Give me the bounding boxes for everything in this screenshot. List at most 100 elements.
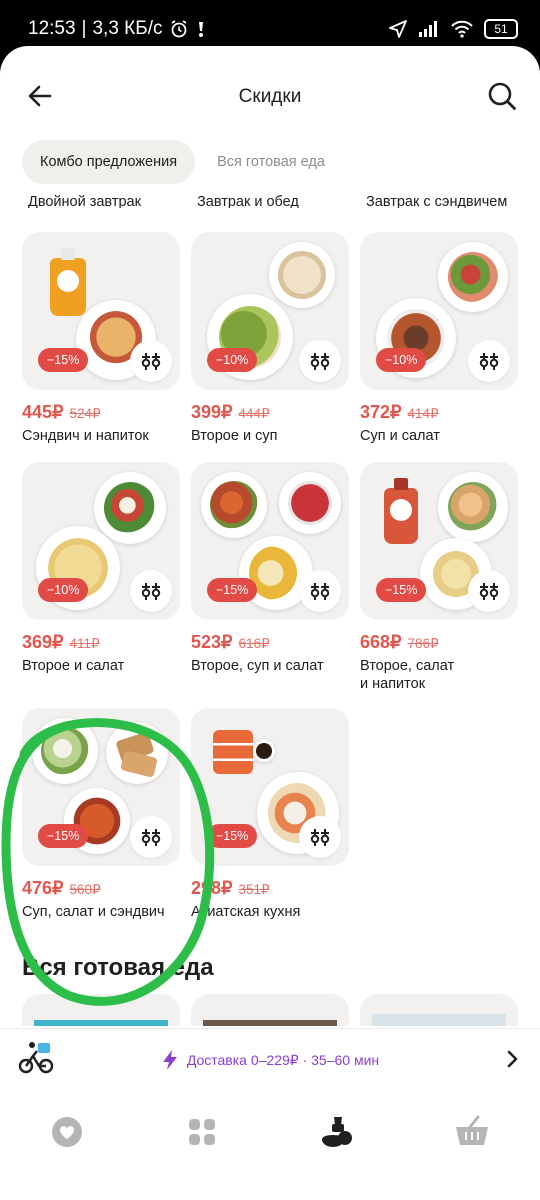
product-card[interactable]: −15% 445₽ 524₽ Сэндвич и напиток — [22, 232, 180, 445]
category-tabs: Комбо предложения Вся готовая еда — [22, 140, 343, 184]
wifi-icon — [451, 20, 473, 38]
combo-options-button[interactable] — [299, 570, 341, 612]
price-row: 476₽ 560₽ — [22, 878, 180, 899]
salad-plate-image — [94, 472, 166, 544]
chevron-right-icon — [507, 1050, 518, 1068]
price-row: 298₽ 351₽ — [191, 878, 349, 899]
search-button[interactable] — [482, 76, 522, 116]
combo-options-icon — [310, 829, 330, 846]
status-network-speed: 3,3 КБ/с — [92, 18, 163, 39]
product-card[interactable]: −15% 668₽ 786₽ Второе, салат и напиток — [360, 462, 518, 693]
discount-badge: −15% — [38, 824, 89, 848]
combo-options-icon — [310, 583, 330, 600]
product-name: Сэндвич и напиток — [22, 428, 149, 444]
alarm-icon — [171, 20, 186, 38]
salad-bowl-image — [438, 242, 508, 312]
price-row: 369₽ 411₽ — [22, 632, 180, 653]
sim-icon — [198, 22, 203, 37]
product-card[interactable]: −15% 298₽ 351₽ Азиатская кухня — [191, 708, 349, 921]
discount-badge: −10% — [376, 348, 427, 372]
heart-icon — [52, 1117, 82, 1147]
combo-options-icon — [141, 829, 161, 846]
product-card[interactable]: −10% 399₽ 444₽ Второе и суп — [191, 232, 349, 445]
combo-options-icon — [479, 353, 499, 370]
combo-options-button[interactable] — [130, 816, 172, 858]
old-price: 616₽ — [238, 636, 270, 651]
discount-badge: −10% — [207, 348, 258, 372]
price-row: 523₽ 616₽ — [191, 632, 349, 653]
product-card[interactable]: −15% 523₽ 616₽ Второе, суп и салат — [191, 462, 349, 675]
product-name: Второе, суп и салат — [191, 658, 324, 674]
salad-plate-image — [201, 472, 267, 538]
price: 523₽ — [191, 632, 233, 652]
lightning-icon — [162, 1050, 177, 1070]
combo-options-icon — [141, 583, 161, 600]
combo-options-button[interactable] — [468, 340, 510, 382]
location-arrow-icon — [389, 20, 407, 38]
product-name: Суп и салат — [360, 428, 440, 444]
salad-plate-image — [438, 472, 508, 542]
search-icon — [488, 82, 516, 110]
tab-all-ready-food[interactable]: Вся готовая еда — [199, 140, 343, 184]
cut-off-row: Двойной завтрак Завтрак и обед Завтрак с… — [0, 188, 540, 208]
delivery-text: Доставка 0–229₽ · 35–60 мин — [186, 1051, 380, 1068]
discount-badge: −15% — [376, 578, 427, 602]
nav-catalog[interactable] — [174, 1104, 230, 1160]
discount-badge: −15% — [207, 578, 258, 602]
old-price: 786₽ — [407, 636, 439, 651]
combo-options-button[interactable] — [130, 340, 172, 382]
nav-favorites[interactable] — [39, 1104, 95, 1160]
basket-icon — [456, 1115, 488, 1145]
product-card-peek[interactable] — [360, 994, 518, 1026]
price: 298₽ — [191, 878, 233, 898]
old-price: 414₽ — [407, 406, 439, 421]
bottom-navigation — [0, 1088, 540, 1200]
delivery-text-row: Доставка 0–229₽ · 35–60 мин — [0, 1049, 540, 1071]
combo-options-button[interactable] — [468, 570, 510, 612]
price-row: 399₽ 444₽ — [191, 402, 349, 423]
delivery-info-bar[interactable]: Доставка 0–229₽ · 35–60 мин — [0, 1028, 540, 1088]
old-price: 524₽ — [69, 406, 101, 421]
product-name: Второе и салат — [22, 658, 125, 674]
soy-sauce-image — [253, 740, 275, 762]
product-name: Азиатская кухня — [191, 904, 301, 920]
price: 399₽ — [191, 402, 233, 422]
page-title: Скидки — [238, 86, 302, 107]
price-row: 445₽ 524₽ — [22, 402, 180, 423]
tab-combo[interactable]: Комбо предложения — [22, 140, 196, 184]
price: 476₽ — [22, 878, 64, 898]
status-separator: | — [81, 18, 87, 39]
product-card[interactable]: −10% 369₽ 411₽ Второе и салат — [22, 462, 180, 675]
price-row: 372₽ 414₽ — [360, 402, 518, 423]
combo-options-icon — [479, 583, 499, 600]
salad-plate-image — [32, 718, 98, 784]
nav-basket[interactable] — [444, 1104, 500, 1160]
product-card[interactable]: −10% 372₽ 414₽ Суп и салат — [360, 232, 518, 445]
combo-options-button[interactable] — [299, 816, 341, 858]
price: 668₽ — [360, 632, 402, 652]
product-name: Второе, салат и напиток — [360, 658, 455, 692]
borscht-bowl-image — [279, 472, 341, 534]
drink-bottle-image — [50, 248, 86, 316]
header: Скидки — [0, 46, 540, 142]
discount-badge: −15% — [207, 824, 258, 848]
old-price: 351₽ — [238, 882, 270, 897]
product-list[interactable]: Двойной завтрак Завтрак и обед Завтрак с… — [0, 184, 540, 1026]
nav-ready-food[interactable] — [309, 1104, 365, 1160]
discount-badge: −10% — [38, 578, 89, 602]
ready-food-icon — [322, 1117, 352, 1147]
price-row: 668₽ 786₽ — [360, 632, 518, 653]
combo-options-button[interactable] — [299, 340, 341, 382]
cut-off-label: Двойной завтрак — [28, 194, 141, 208]
combo-options-icon — [141, 353, 161, 370]
soup-bowl-image — [269, 242, 335, 308]
product-card[interactable]: −15% 476₽ 560₽ Суп, салат и сэндвич — [22, 708, 180, 921]
product-card-peek[interactable] — [22, 994, 180, 1026]
combo-options-icon — [310, 353, 330, 370]
old-price: 444₽ — [238, 406, 270, 421]
signal-icon — [419, 21, 437, 37]
drink-bottle-image — [384, 478, 418, 544]
product-card-peek[interactable] — [191, 994, 349, 1026]
combo-options-button[interactable] — [130, 570, 172, 612]
section-title: Вся готовая еда — [22, 954, 214, 981]
